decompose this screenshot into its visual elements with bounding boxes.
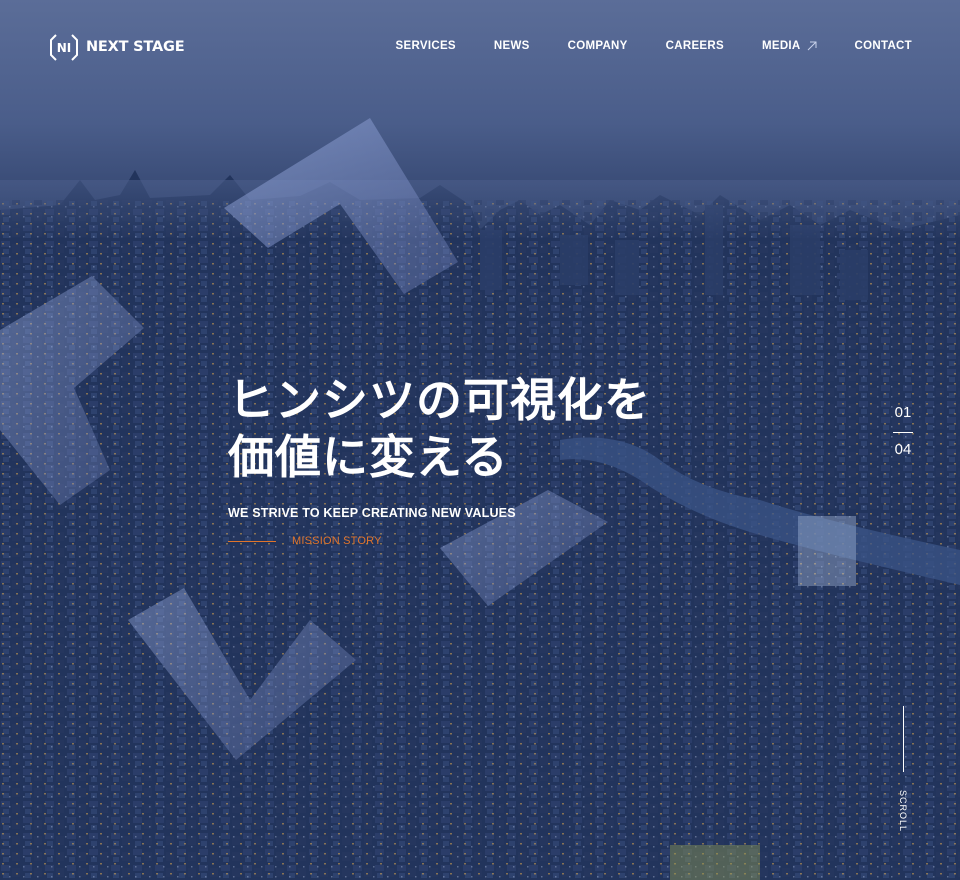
headline-line-2: 価値に変える xyxy=(228,430,509,484)
main-nav: SERVICES NEWS COMPANY CAREERS MEDIA CONT… xyxy=(396,40,912,52)
nav-news-label: NEWS xyxy=(493,40,530,52)
sports-field xyxy=(670,845,760,880)
nav-services[interactable]: SERVICES xyxy=(396,40,456,52)
slide-pager: 01 04 xyxy=(893,404,913,459)
scroll-line xyxy=(903,706,904,772)
slide-total: 04 xyxy=(894,441,912,458)
nav-company-label: COMPANY xyxy=(567,40,628,52)
mission-story-label: MISSION STORY xyxy=(292,535,382,547)
nav-careers-label: CAREERS xyxy=(665,40,724,52)
hero-headline: ヒンシツの可視化を 価値に変える xyxy=(228,372,651,486)
nav-careers[interactable]: CAREERS xyxy=(666,40,724,52)
slide-current: 01 xyxy=(894,404,912,421)
scroll-label: SCROLL xyxy=(898,790,908,833)
next-stage-logo-icon: NI xyxy=(50,34,78,61)
mission-rule xyxy=(228,540,276,542)
nav-contact-label: CONTACT xyxy=(854,40,912,52)
brand-name: NEXT STAGE xyxy=(86,39,185,55)
arrow-up-right-icon xyxy=(807,41,817,51)
nav-contact[interactable]: CONTACT xyxy=(855,40,912,52)
nav-news[interactable]: NEWS xyxy=(494,40,530,52)
svg-text:NI: NI xyxy=(57,41,72,55)
nav-media-label: MEDIA xyxy=(761,40,801,52)
horizon-haze xyxy=(0,180,960,240)
scroll-indicator[interactable]: SCROLL xyxy=(898,706,908,832)
mission-story-link[interactable]: MISSION STORY xyxy=(228,535,382,547)
pager-divider xyxy=(893,432,913,433)
nav-media[interactable]: MEDIA xyxy=(762,40,817,52)
headline-line-1: ヒンシツの可視化を xyxy=(228,373,651,427)
site-header: NI NEXT STAGE SERVICES NEWS COMPANY CARE… xyxy=(0,0,960,95)
logo-link[interactable]: NI NEXT STAGE xyxy=(48,31,185,63)
nav-services-label: SERVICES xyxy=(395,40,456,52)
lit-building xyxy=(798,516,856,586)
hero-subcopy: WE STRIVE TO KEEP CREATING NEW VALUES xyxy=(228,506,516,520)
nav-company[interactable]: COMPANY xyxy=(568,40,628,52)
